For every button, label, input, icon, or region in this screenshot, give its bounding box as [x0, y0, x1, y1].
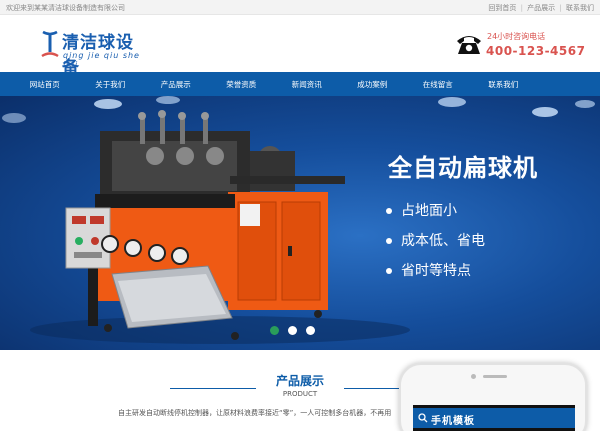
mobile-template-mockup[interactable]: 手机模板 — [399, 363, 587, 431]
feature-text: 占地面小 — [401, 203, 457, 219]
logo-mark-icon — [41, 30, 59, 58]
top-link-separator: | — [559, 4, 562, 12]
mobile-title: 手机模板 — [431, 416, 475, 427]
banner-feature: 省时等特点 — [386, 260, 471, 280]
banner-feature: 成本低、省电 — [386, 230, 485, 250]
telephone-icon — [457, 36, 481, 54]
nav-item-about[interactable]: 关于我们 — [78, 79, 144, 90]
welcome-text: 欢迎来到某某清洁球设备制造有限公司 — [6, 4, 125, 12]
nav-item-products[interactable]: 产品展示 — [143, 79, 209, 90]
main-nav: 网站首页 关于我们 产品展示 荣誉资质 新闻资讯 成功案例 在线留言 联系我们 — [0, 72, 600, 96]
nav-item-contact[interactable]: 联系我们 — [471, 79, 537, 90]
site-header: 清洁球设备 qing jie qiu she bei 24小时咨询电话 400-… — [0, 15, 600, 78]
top-link-contact[interactable]: 联系我们 — [566, 4, 594, 12]
hotline-number[interactable]: 400-123-4567 — [486, 44, 585, 58]
top-link-home[interactable]: 回到首页 — [488, 4, 516, 12]
hotline-label: 24小时咨询电话 — [487, 32, 546, 41]
search-icon[interactable] — [418, 413, 428, 423]
feature-text: 成本低、省电 — [401, 233, 485, 249]
section-description: 自主研发自动断线停机控制器，让原材料浪费率接近“零”，一人可控制多台机器，不再用 — [118, 409, 392, 417]
slider-dot-3[interactable] — [306, 326, 315, 335]
banner-machine-image — [2, 96, 595, 344]
slider-pagination — [270, 326, 315, 335]
nav-item-honors[interactable]: 荣誉资质 — [209, 79, 275, 90]
top-link-separator: | — [520, 4, 523, 12]
banner-title: 全自动扁球机 — [388, 154, 538, 182]
mobile-screen: 手机模板 — [413, 405, 575, 431]
bullet-dot-icon — [386, 208, 392, 214]
top-links: 回到首页 | 产品展示 | 联系我们 — [488, 3, 594, 13]
slider-dot-1[interactable] — [270, 326, 279, 335]
bullet-dot-icon — [386, 268, 392, 274]
slider-dot-2[interactable] — [288, 326, 297, 335]
site-logo[interactable]: 清洁球设备 qing jie qiu she bei — [40, 28, 150, 78]
feature-text: 省时等特点 — [401, 263, 471, 279]
mobile-header-bar: 手机模板 — [413, 408, 575, 428]
bullet-dot-icon — [386, 238, 392, 244]
logo-pinyin: qing jie qiu she bei — [63, 51, 140, 69]
nav-item-news[interactable]: 新闻资讯 — [274, 79, 340, 90]
speaker-icon — [483, 375, 507, 378]
camera-icon — [471, 374, 476, 379]
hero-banner[interactable]: 全自动扁球机 占地面小 成本低、省电 省时等特点 — [0, 96, 600, 350]
nav-item-home[interactable]: 网站首页 — [12, 79, 78, 90]
nav-item-cases[interactable]: 成功案例 — [340, 79, 406, 90]
top-link-products[interactable]: 产品展示 — [527, 4, 555, 12]
banner-feature: 占地面小 — [386, 200, 457, 220]
top-bar: 欢迎来到某某清洁球设备制造有限公司 回到首页 | 产品展示 | 联系我们 — [0, 0, 600, 15]
nav-item-message[interactable]: 在线留言 — [405, 79, 471, 90]
